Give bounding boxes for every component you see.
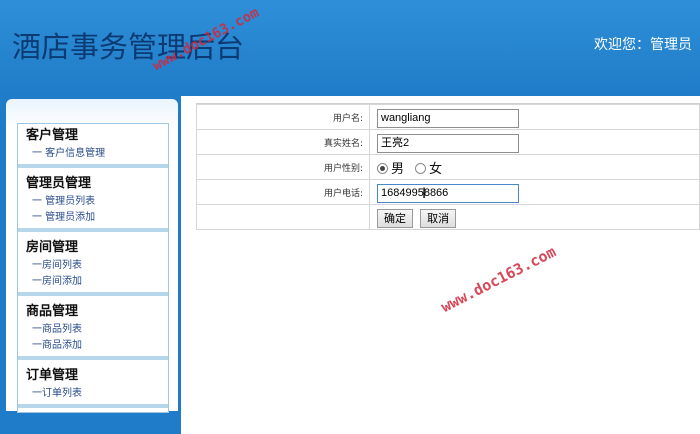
header-bar: 酒店事务管理后台 欢迎您：管理员 [0,0,700,96]
menu-group-room: 房间管理 一房间列表 一房间添加 [18,236,168,296]
menu-group-title: 客户管理 [26,128,79,143]
realname-input[interactable]: 王亮2 [377,134,519,153]
watermark: www.doc163.com [438,242,559,317]
gender-label: 用户性别: [196,154,370,180]
gender-radio-female[interactable]: 女 [415,158,442,177]
radio-checked-icon [377,162,388,174]
menu-group-customer: 客户管理 一 客户信息管理 [18,124,168,168]
form-table: 用户名: wangliang 真实姓名: 王亮2 用户性别: 男 女 用户电话:… [196,104,700,230]
menu-item-room-add[interactable]: 一房间添加 [18,274,168,290]
gender-radio-male[interactable]: 男 [377,158,404,177]
menu-item-order-list[interactable]: 一订单列表 [18,386,168,402]
cancel-button[interactable]: 取消 [420,208,457,228]
gender-option-male: 男 [391,161,405,177]
menu-group-title: 订单管理 [26,368,79,383]
realname-label: 真实姓名: [196,129,370,155]
phone-input[interactable]: 16849958866 [377,184,519,203]
phone-label: 用户电话: [196,179,370,205]
menu-item-admin-list[interactable]: 一 管理员列表 [18,194,168,210]
menu-item-customer-info[interactable]: 一 客户信息管理 [18,146,168,162]
sidebar-menu: 客户管理 一 客户信息管理 管理员管理 一 管理员列表 一 管理员添加 房间管理… [17,123,169,413]
sidebar: 客户管理 一 客户信息管理 管理员管理 一 管理员列表 一 管理员添加 房间管理… [6,99,178,413]
form-row-realname: 真实姓名: 王亮2 [196,129,700,155]
menu-group-title: 商品管理 [26,304,79,319]
username-input[interactable]: wangliang [377,109,519,128]
menu-group-order: 订单管理 一订单列表 [18,364,168,408]
menu-item-room-list[interactable]: 一房间列表 [18,258,168,274]
gender-option-female: 女 [429,161,443,177]
menu-divider [18,292,168,296]
user-edit-form: 用户名: wangliang 真实姓名: 王亮2 用户性别: 男 女 用户电话:… [196,103,700,230]
menu-divider [18,404,168,408]
menu-group-admin: 管理员管理 一 管理员列表 一 管理员添加 [18,172,168,232]
form-row-actions: 确定 取消 [196,204,700,230]
form-row-username: 用户名: wangliang [196,104,700,130]
menu-divider [18,228,168,232]
radio-unchecked-icon [415,162,427,174]
confirm-button[interactable]: 确定 [377,208,413,228]
form-row-gender: 用户性别: 男 女 [196,154,700,180]
welcome-text: 欢迎您：管理员 [594,37,692,53]
menu-divider [18,164,168,168]
menu-divider [18,356,168,360]
menu-group-goods: 商品管理 一商品列表 一商品添加 [18,300,168,360]
menu-group-title: 房间管理 [26,240,79,255]
menu-item-admin-add[interactable]: 一 管理员添加 [18,210,168,226]
menu-group-title: 管理员管理 [26,176,92,191]
text-cursor-icon: I [422,186,427,202]
menu-item-goods-list[interactable]: 一商品列表 [18,322,168,338]
menu-item-goods-add[interactable]: 一商品添加 [18,338,168,354]
username-label: 用户名: [196,104,370,130]
form-row-phone: 用户电话: 16849958866 [196,179,700,205]
